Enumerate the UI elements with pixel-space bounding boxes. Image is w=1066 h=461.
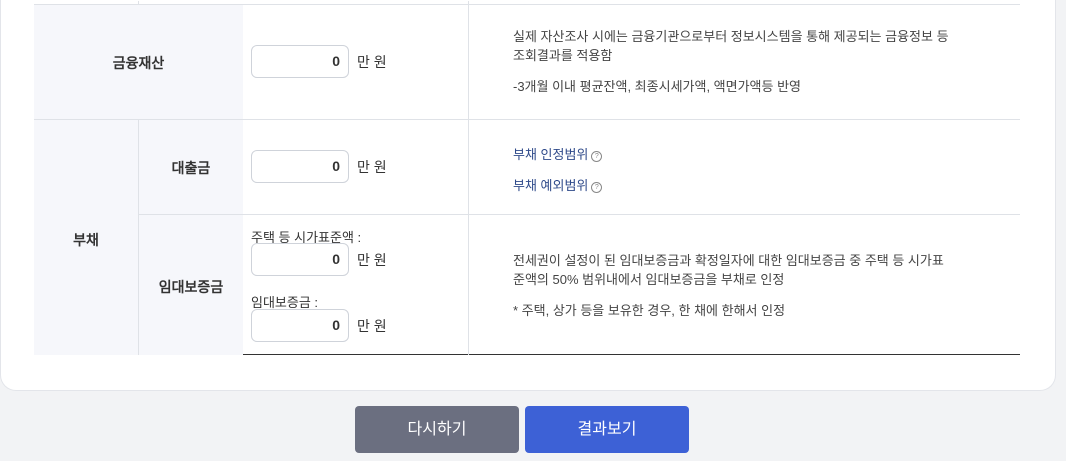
column-divider [468,1,469,355]
deposit-desc-line1: 전세권이 설정이 된 임대보증금과 확정일자에 대한 임대보증금 중 주택 등 … [513,253,944,268]
debt-range-link[interactable]: 부채 인정범위? [513,144,603,163]
financial-desc-line3: -3개월 이내 평균잔액, 최종시세가액, 액면가액등 반영 [513,79,802,94]
deposit-amount-unit: 만 원 [357,318,387,334]
financial-label: 금융재산 [112,55,165,71]
column-divider [138,1,139,5]
market-value-unit: 만 원 [357,252,387,268]
row-divider [34,119,1020,120]
debt-exception-link-text[interactable]: 부채 예외범위 [513,178,588,193]
deposit-label: 임대보증금 [158,279,224,295]
loan-input[interactable]: 0 [251,150,349,183]
reset-button[interactable]: 다시하기 [355,406,519,453]
asset-table: 금융재산 0 만 원 실제 자산조사 시에는 금융기관으로부터 정보시스템을 통… [34,1,1020,355]
financial-desc-line1: 실제 자산조사 시에는 금융기관으로부터 정보시스템을 통해 제공되는 금융정보… [513,29,949,44]
help-icon: ? [591,182,603,193]
deposit-amount-input[interactable]: 0 [251,309,349,342]
loan-label: 대출금 [171,160,211,176]
debt-exception-link[interactable]: 부채 예외범위? [513,175,603,194]
financial-desc-line2: 조회결과를 적용함 [513,48,613,63]
debt-range-link-text[interactable]: 부채 인정범위 [513,147,588,162]
debt-label: 부채 [73,232,99,248]
column-divider [138,119,139,355]
financial-input[interactable]: 0 [251,45,349,78]
market-value-input[interactable]: 0 [251,243,349,276]
result-button[interactable]: 결과보기 [525,406,689,453]
deposit-desc-line2: 준액의 50% 범위내에서 임대보증금을 부채로 인정 [513,272,785,287]
help-icon: ? [591,151,603,162]
deposit-desc-line3: * 주택, 상가 등을 보유한 경우, 한 채에 한해서 인정 [513,303,786,318]
loan-unit: 만 원 [357,159,387,175]
debt-sub-label-cell [139,119,243,355]
row-divider [138,214,1020,215]
financial-unit: 만 원 [357,54,387,70]
